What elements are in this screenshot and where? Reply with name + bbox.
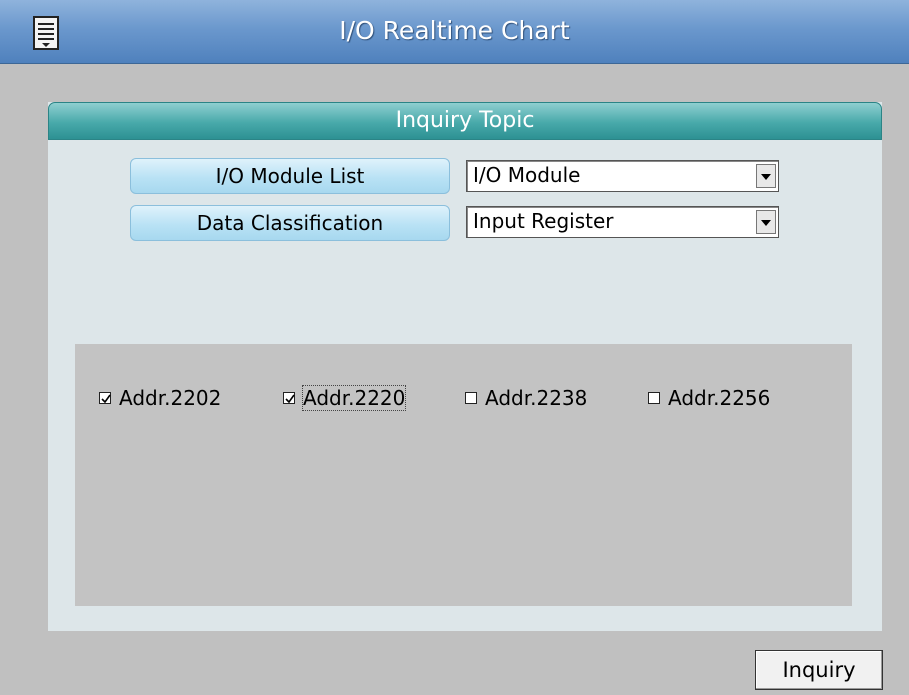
title-bar: I/O Realtime Chart [0, 0, 909, 64]
address-label: Addr.2202 [119, 386, 222, 410]
address-checkbox[interactable]: Addr.2238 [465, 386, 587, 410]
address-checkbox[interactable]: Addr.2220 [283, 385, 407, 411]
dropdown-arrow-icon[interactable] [756, 210, 776, 234]
panel-header: Inquiry Topic [48, 102, 882, 140]
io-module-select[interactable]: I/O Module [466, 160, 779, 192]
inquiry-panel: Inquiry Topic I/O Module List I/O Module… [48, 102, 882, 631]
checkbox-unchecked-icon[interactable] [465, 391, 477, 404]
checkbox-checked-icon[interactable] [283, 391, 295, 404]
dropdown-arrow-icon[interactable] [756, 164, 776, 188]
data-classification-select[interactable]: Input Register [466, 206, 779, 238]
io-module-list-button[interactable]: I/O Module List [130, 158, 450, 194]
address-checkbox[interactable]: Addr.2256 [648, 386, 770, 410]
checkbox-checked-icon[interactable] [99, 391, 111, 404]
io-module-select-value: I/O Module [473, 163, 581, 187]
data-classification-button[interactable]: Data Classification [130, 205, 450, 241]
address-label: Addr.2220 [301, 385, 407, 411]
address-label: Addr.2238 [485, 386, 588, 410]
window-title: I/O Realtime Chart [339, 16, 570, 45]
inquiry-button[interactable]: Inquiry [755, 650, 883, 690]
address-checkbox[interactable]: Addr.2202 [99, 386, 221, 410]
data-classification-select-value: Input Register [473, 209, 614, 233]
checkbox-unchecked-icon[interactable] [648, 391, 660, 404]
address-checkbox-area: Addr.2202 Addr.2220 Addr.2238 Addr.2256 [75, 344, 852, 606]
address-label: Addr.2256 [668, 386, 771, 410]
